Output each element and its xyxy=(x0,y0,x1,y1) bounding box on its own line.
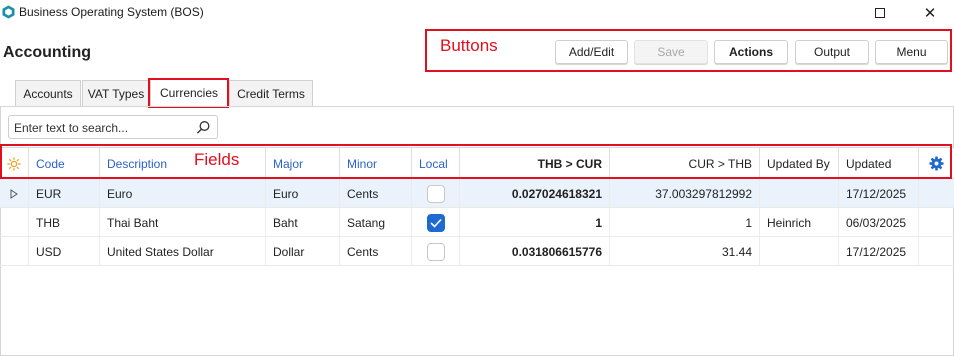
search-box[interactable] xyxy=(8,115,218,139)
cell-filler xyxy=(919,237,954,266)
row-indicator xyxy=(0,179,29,208)
buttons-annotation-label: Buttons xyxy=(440,36,498,55)
cell-updated-by xyxy=(760,179,839,208)
row-indicator xyxy=(0,208,29,237)
cell-description: United States Dollar xyxy=(100,237,266,266)
title-bar: Business Operating System (BOS) ✕ xyxy=(0,0,954,26)
buttons-annotation-box xyxy=(425,29,952,72)
cell-local xyxy=(412,179,460,208)
currencies-tab-annotation-box xyxy=(148,78,229,108)
row-indicator xyxy=(0,237,29,266)
local-checkbox[interactable] xyxy=(426,184,445,203)
table-row[interactable]: USD United States Dollar Dollar Cents 0.… xyxy=(0,237,954,266)
cell-updated: 06/03/2025 xyxy=(839,208,919,237)
page-title: Accounting xyxy=(3,44,91,61)
cell-filler xyxy=(919,179,954,208)
table-row[interactable]: EUR Euro Euro Cents 0.027024618321 37.00… xyxy=(0,179,954,208)
tab-accounts[interactable]: Accounts xyxy=(15,80,81,106)
cell-updated-by: Heinrich xyxy=(760,208,839,237)
cell-code: USD xyxy=(29,237,100,266)
cell-code: THB xyxy=(29,208,100,237)
fields-annotation-label: Fields xyxy=(194,150,240,169)
tab-credit-terms[interactable]: Credit Terms xyxy=(229,80,313,106)
cell-minor: Satang xyxy=(340,208,412,237)
local-checkbox[interactable] xyxy=(426,242,445,261)
checkmark-icon xyxy=(429,218,442,228)
cell-cur-thb: 37.003297812992 xyxy=(610,179,760,208)
search-input[interactable] xyxy=(14,119,184,136)
close-icon: ✕ xyxy=(923,5,937,22)
cell-thb-cur: 1 xyxy=(460,208,610,237)
cell-cur-thb: 31.44 xyxy=(610,237,760,266)
cell-description: Thai Baht xyxy=(100,208,266,237)
cell-major: Baht xyxy=(266,208,340,237)
search-icon[interactable] xyxy=(196,120,211,135)
cell-cur-thb: 1 xyxy=(610,208,760,237)
cell-major: Dollar xyxy=(266,237,340,266)
table-row[interactable]: THB Thai Baht Baht Satang 1 1 Heinrich 0… xyxy=(0,208,954,237)
cell-minor: Cents xyxy=(340,237,412,266)
cell-major: Euro xyxy=(266,179,340,208)
maximize-icon xyxy=(875,8,885,18)
cell-updated: 17/12/2025 xyxy=(839,179,919,208)
cell-thb-cur: 0.031806615776 xyxy=(460,237,610,266)
cell-local xyxy=(412,237,460,266)
cell-updated: 17/12/2025 xyxy=(839,237,919,266)
cell-minor: Cents xyxy=(340,179,412,208)
close-button[interactable]: ✕ xyxy=(908,0,952,26)
app-logo-icon xyxy=(2,5,15,19)
window-title: Business Operating System (BOS) xyxy=(19,5,204,19)
fields-annotation-box xyxy=(0,144,952,179)
cell-description: Euro xyxy=(100,179,266,208)
cell-local xyxy=(412,208,460,237)
cell-thb-cur: 0.027024618321 xyxy=(460,179,610,208)
cell-filler xyxy=(919,208,954,237)
tab-vat-types[interactable]: VAT Types xyxy=(82,80,150,106)
row-pointer-icon xyxy=(10,188,18,199)
maximize-button[interactable] xyxy=(858,0,902,26)
local-checkbox[interactable] xyxy=(426,213,445,232)
cell-code: EUR xyxy=(29,179,100,208)
cell-updated-by xyxy=(760,237,839,266)
